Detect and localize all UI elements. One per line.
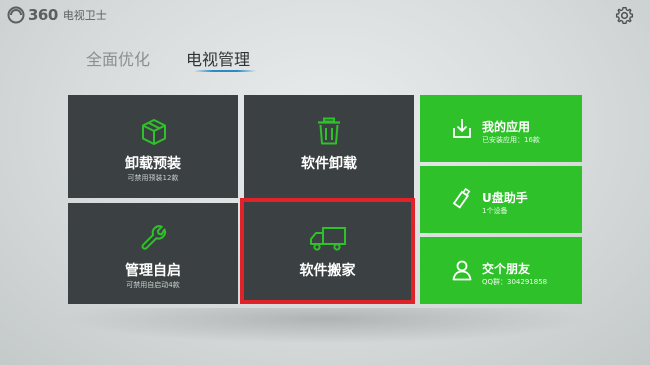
tab-bar: 全面优化 电视管理 (86, 46, 257, 72)
tab-underline (194, 70, 257, 72)
tile-make-friends[interactable]: 交个朋友 QQ群：304291858 (420, 237, 582, 304)
box-icon (142, 119, 166, 145)
tile-title: 我的应用 (482, 120, 531, 134)
tile-subtitle: 可禁用预装12款 (127, 174, 179, 182)
floor-reflection (60, 308, 590, 344)
logo-mark-icon (7, 6, 25, 24)
tile-title: 管理自启 (125, 263, 181, 279)
tile-subtitle: 已安装应用：16款 (482, 136, 540, 144)
logo-number: 360 (28, 6, 58, 24)
header: 360 电视卫士 (0, 0, 650, 30)
trash-icon (318, 117, 340, 145)
usb-drive-icon (452, 187, 471, 209)
tile-title: U盘助手 (482, 191, 528, 205)
tile-subtitle: 1个设备 (482, 207, 508, 215)
tile-title: 交个朋友 (482, 262, 531, 276)
gear-icon[interactable] (615, 6, 634, 25)
tile-title: 卸载预装 (125, 156, 181, 172)
tab-full-optimize[interactable]: 全面优化 (86, 46, 150, 70)
tab-tv-management[interactable]: 电视管理 (186, 46, 257, 72)
tile-title: 软件卸载 (301, 156, 357, 172)
tile-usb-helper[interactable]: U盘助手 1个设备 (420, 166, 582, 233)
app-logo: 360 电视卫士 (7, 6, 107, 24)
truck-icon (310, 227, 346, 251)
tab-tv-management-label: 电视管理 (186, 50, 251, 69)
tile-uninstall-preinstalled[interactable]: 卸载预装 可禁用预装12款 (68, 95, 238, 198)
tile-my-apps[interactable]: 我的应用 已安装应用：16款 (420, 95, 582, 162)
wrench-icon (141, 225, 166, 250)
download-icon (453, 119, 471, 138)
user-icon (452, 260, 472, 281)
logo-text: 电视卫士 (62, 9, 107, 22)
tile-title: 软件搬家 (299, 263, 356, 279)
tile-move-software[interactable]: 软件搬家 (244, 202, 411, 300)
tile-subtitle: 可禁用自启动4款 (126, 281, 180, 289)
tile-manage-autostart[interactable]: 管理自启 可禁用自启动4款 (68, 203, 238, 304)
tile-subtitle: QQ群：304291858 (482, 278, 548, 286)
tile-uninstall-software[interactable]: 软件卸载 (244, 95, 414, 198)
